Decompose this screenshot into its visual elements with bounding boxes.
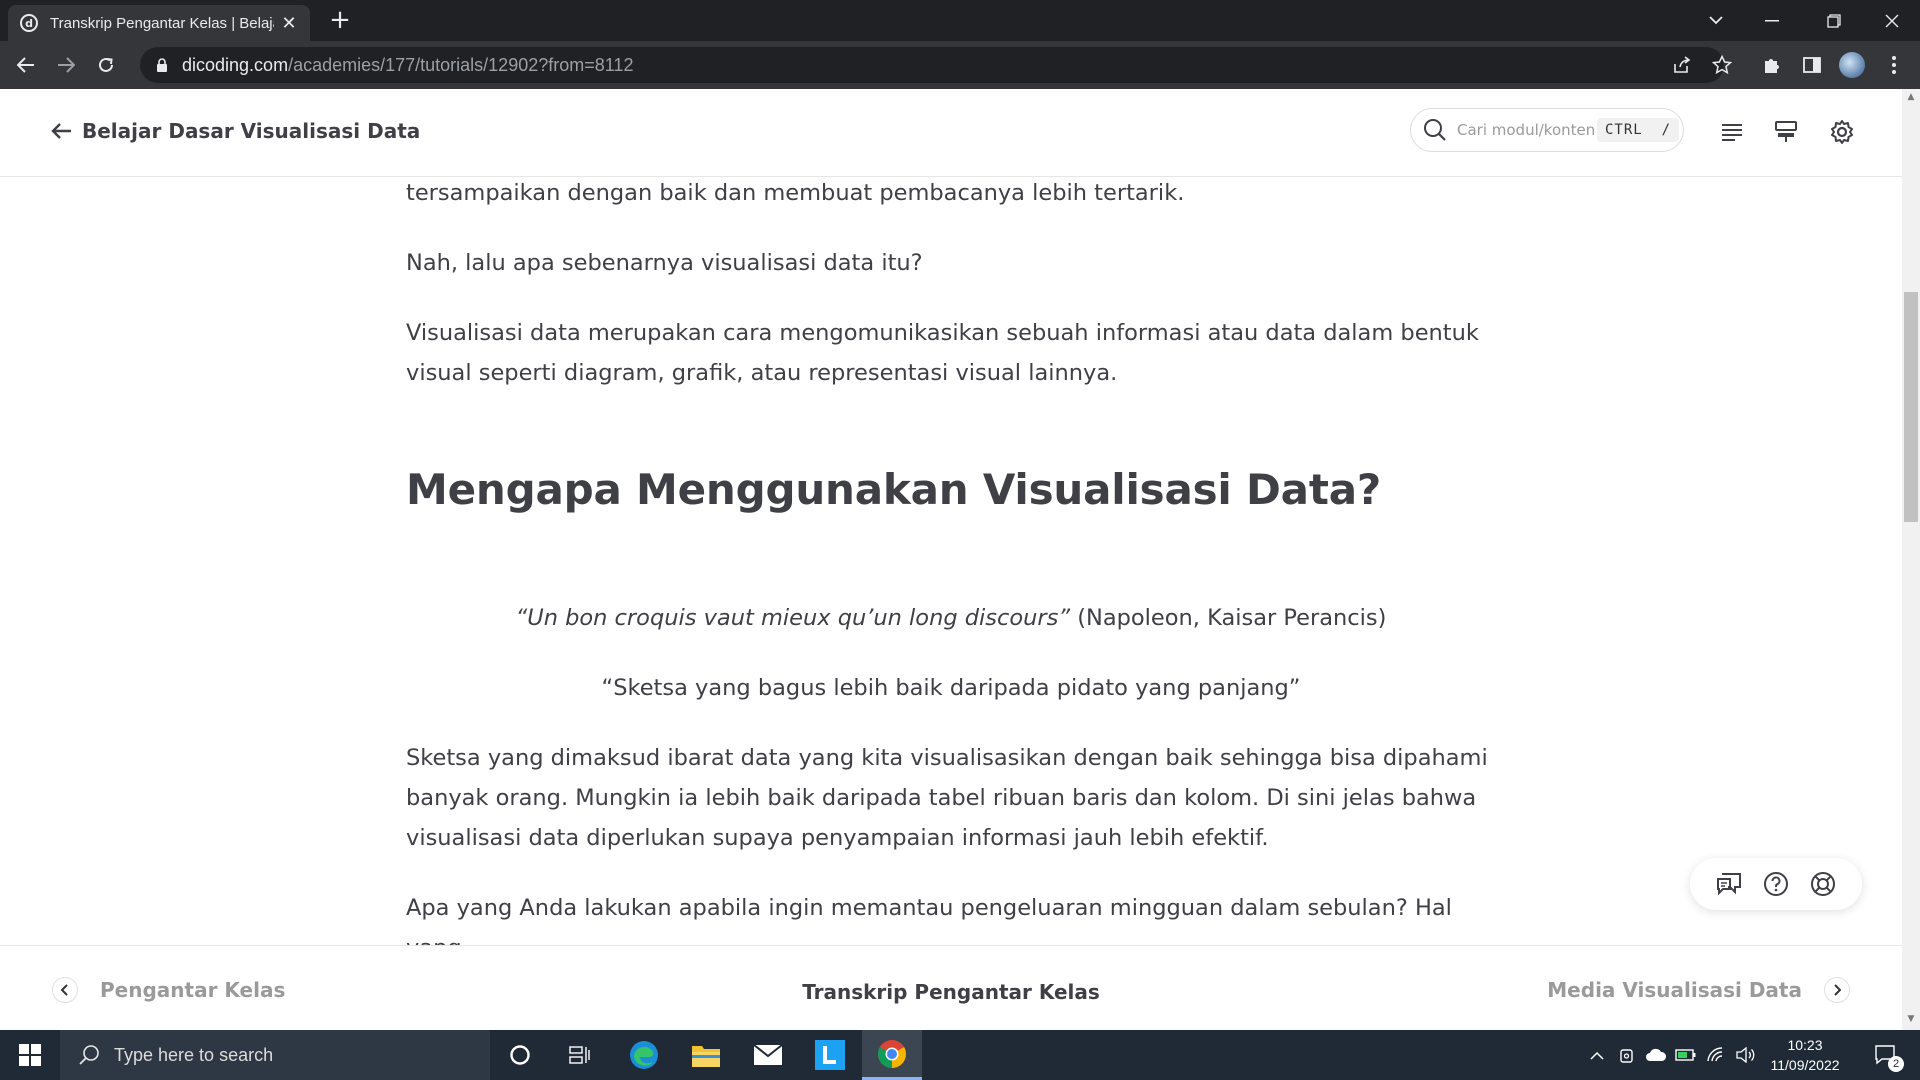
chevron-right-icon [1824, 977, 1850, 1003]
course-header: Belajar Dasar Visualisasi Data CTRL / [0, 89, 1902, 177]
scroll-up-arrow-icon[interactable]: ▲ [1902, 92, 1920, 106]
support-lifebuoy-icon[interactable] [1810, 871, 1836, 897]
clock-time: 10:23 [1787, 1037, 1823, 1053]
new-tab-button[interactable]: + [326, 6, 354, 34]
forward-arrow-icon[interactable] [50, 49, 82, 81]
display-theme-icon[interactable] [1770, 116, 1802, 148]
next-module-link[interactable]: Media Visualisasi Data [1547, 977, 1850, 1003]
arrow-left-icon [51, 123, 71, 139]
taskbar-search-box[interactable] [60, 1030, 490, 1080]
help-question-icon[interactable] [1763, 871, 1789, 897]
paragraph: Visualisasi data merupakan cara mengomun… [406, 320, 1479, 386]
onedrive-cloud-icon[interactable] [1642, 1030, 1670, 1080]
app-l-icon[interactable] [800, 1030, 860, 1080]
browser-tab-strip: d Transkrip Pengantar Kelas | Belaja ✕ + [0, 0, 1920, 41]
meet-now-icon[interactable] [1614, 1030, 1640, 1080]
help-actions-pill [1690, 858, 1862, 910]
search-icon [79, 1045, 99, 1065]
paragraph: Sketsa yang dimaksud ibarat data yang ki… [406, 745, 1488, 851]
edge-browser-icon[interactable] [614, 1030, 674, 1080]
taskbar-clock[interactable]: 10:23 11/09/2022 [1760, 1035, 1850, 1075]
clock-date: 11/09/2022 [1770, 1057, 1840, 1073]
browser-menu-icon[interactable] [1878, 49, 1910, 81]
search-input[interactable] [1457, 121, 1597, 139]
restore-button[interactable] [1806, 0, 1862, 41]
extensions-puzzle-icon[interactable] [1756, 49, 1788, 81]
mail-icon[interactable] [738, 1030, 798, 1080]
lock-icon [156, 57, 168, 73]
windows-start-icon[interactable] [0, 1030, 60, 1080]
minimize-button[interactable] [1744, 0, 1800, 41]
settings-gear-icon[interactable] [1826, 116, 1858, 148]
taskbar-search-input[interactable] [114, 1044, 474, 1066]
browser-toolbar: dicoding.com/academies/177/tutorials/129… [0, 41, 1920, 89]
back-to-course-link[interactable]: Belajar Dasar Visualisasi Data [50, 119, 420, 143]
shortcut-ctrl: CTRL [1605, 122, 1643, 138]
file-explorer-icon[interactable] [676, 1030, 736, 1080]
next-module-label: Media Visualisasi Data [1547, 978, 1802, 1002]
tab-title: Transkrip Pengantar Kelas | Belaja [50, 14, 274, 32]
tray-chevron-up-icon[interactable] [1584, 1030, 1610, 1080]
dicoding-favicon-icon: d [20, 14, 38, 32]
battery-charging-icon[interactable] [1672, 1030, 1700, 1080]
task-view-icon[interactable] [550, 1030, 610, 1080]
page-scrollbar-thumb[interactable] [1904, 292, 1918, 522]
paragraph: Apa yang Anda lakukan apabila ingin mema… [406, 895, 1452, 945]
chrome-icon[interactable] [862, 1030, 922, 1080]
quote-text: “Un bon croquis vaut mieux qu’un long di… [515, 605, 1071, 631]
url-domain: dicoding.com [182, 54, 289, 75]
url-text: dicoding.com/academies/177/tutorials/129… [182, 55, 633, 76]
search-icon [1424, 119, 1446, 141]
course-title: Belajar Dasar Visualisasi Data [82, 119, 421, 143]
side-panel-icon[interactable] [1796, 49, 1828, 81]
url-path: /academies/177/tutorials/12902?from=8112 [288, 54, 634, 75]
wifi-icon[interactable] [1702, 1030, 1730, 1080]
paragraph: tersampaikan dengan baik dan membuat pem… [406, 180, 1185, 206]
windows-taskbar: 10:23 11/09/2022 2 [0, 1030, 1920, 1080]
back-arrow-icon[interactable] [10, 49, 42, 81]
bookmark-star-icon[interactable] [1706, 49, 1738, 81]
reload-icon[interactable] [90, 49, 122, 81]
scroll-down-arrow-icon[interactable]: ▼ [1902, 1014, 1920, 1028]
section-heading: Mengapa Menggunakan Visualisasi Data? [406, 465, 1382, 514]
cortana-icon[interactable] [490, 1030, 550, 1080]
page-scrollbar-track[interactable] [1902, 89, 1920, 1030]
close-tab-icon[interactable]: ✕ [280, 13, 298, 34]
tutorial-content: tersampaikan dengan baik dan membuat pem… [406, 177, 1496, 945]
module-search[interactable]: CTRL / [1410, 108, 1684, 152]
tab-search-chevron-icon[interactable] [1702, 6, 1730, 34]
close-window-button[interactable] [1864, 0, 1920, 41]
tutorial-navigation: Pengantar Kelas Transkrip Pengantar Kela… [0, 945, 1902, 1030]
discussion-icon[interactable] [1716, 872, 1742, 896]
paragraph: Nah, lalu apa sebenarnya visualisasi dat… [406, 250, 923, 276]
quote-translation: “Sketsa yang bagus lebih baik daripada p… [601, 675, 1301, 701]
shortcut-key: / [1661, 122, 1672, 138]
notification-count-badge: 2 [1888, 1056, 1904, 1072]
quote-line: “Un bon croquis vaut mieux qu’un long di… [406, 598, 1496, 638]
module-list-icon[interactable] [1716, 116, 1748, 148]
browser-tab-active[interactable]: d Transkrip Pengantar Kelas | Belaja ✕ [8, 5, 310, 41]
share-icon[interactable] [1666, 49, 1698, 81]
address-bar[interactable]: dicoding.com/academies/177/tutorials/129… [140, 47, 1724, 83]
search-shortcut-badge: CTRL / [1597, 118, 1680, 142]
notification-center-icon[interactable]: 2 [1866, 1030, 1906, 1080]
profile-avatar[interactable] [1836, 49, 1868, 81]
quote-attribution: (Napoleon, Kaisar Perancis) [1070, 605, 1387, 631]
volume-icon[interactable] [1732, 1030, 1760, 1080]
